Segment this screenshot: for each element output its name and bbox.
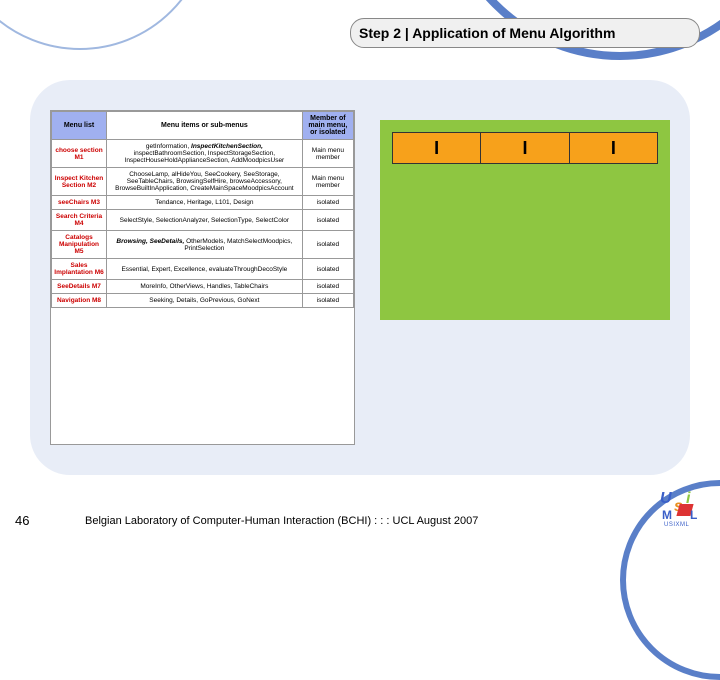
table-row: Navigation M8 Seeking, Details, GoPrevio… xyxy=(52,294,354,308)
bg-arc-top-left xyxy=(0,0,210,50)
table-row: Inspect Kitchen Section M2 ChooseLamp, a… xyxy=(52,168,354,196)
col-menu-list: Menu list xyxy=(52,112,107,140)
footer: 46 Belgian Laboratory of Computer-Human … xyxy=(0,513,720,528)
slide-title: Step 2 | Application of Menu Algorithm xyxy=(350,18,700,48)
orange-cell: I xyxy=(570,133,657,163)
page-number: 46 xyxy=(15,513,45,528)
orange-cell: I xyxy=(481,133,569,163)
orange-cell: I xyxy=(393,133,481,163)
usixml-logo: Usi ML USIXML xyxy=(660,490,710,532)
right-green-panel: I I I xyxy=(380,120,670,320)
table-row: Catalogs Manipulation M5 Browsing, SeeDe… xyxy=(52,231,354,259)
menu-table: Menu list Menu items or sub-menus Member… xyxy=(50,110,355,445)
content-panel: Menu list Menu items or sub-menus Member… xyxy=(30,80,690,475)
table-row: choose section M1 getInformation, Inspec… xyxy=(52,140,354,168)
footer-text: Belgian Laboratory of Computer-Human Int… xyxy=(45,515,705,527)
table-header-row: Menu list Menu items or sub-menus Member… xyxy=(52,112,354,140)
table-row: Search Criteria M4 SelectStyle, Selectio… xyxy=(52,210,354,231)
col-menu-items: Menu items or sub-menus xyxy=(107,112,303,140)
orange-strip: I I I xyxy=(392,132,658,164)
table-row: Sales Implantation M6 Essential, Expert,… xyxy=(52,259,354,280)
col-member: Member of main menu, or isolated xyxy=(302,112,353,140)
table-row: SeeDetails M7 MoreInfo, OtherViews, Hand… xyxy=(52,280,354,294)
table-row: seeChairs M3 Tendance, Heritage, L101, D… xyxy=(52,196,354,210)
